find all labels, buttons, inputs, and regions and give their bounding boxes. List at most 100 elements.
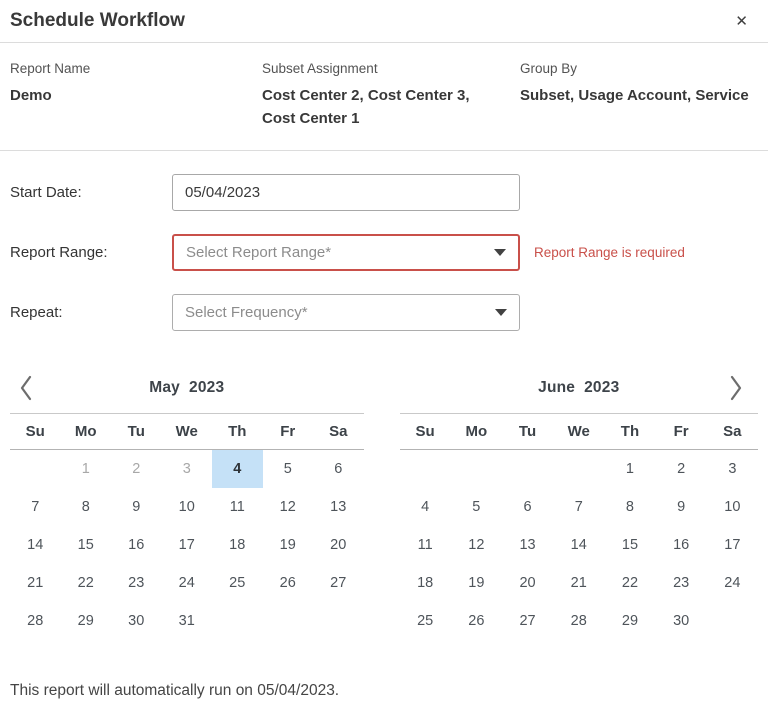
- report-range-row: Report Range: Select Report Range* Repor…: [10, 234, 758, 271]
- calendar-day[interactable]: 21: [553, 564, 604, 602]
- summary-label: Report Name: [10, 61, 262, 77]
- calendar-empty-cell: [707, 602, 758, 640]
- dialog-header: Schedule Workflow ✕: [0, 0, 768, 43]
- calendar-day[interactable]: 8: [604, 488, 655, 526]
- calendar-day[interactable]: 25: [400, 602, 451, 640]
- next-month-icon[interactable]: [728, 374, 744, 402]
- calendar-day-header: We: [553, 414, 604, 449]
- calendar-day[interactable]: 19: [451, 564, 502, 602]
- report-range-placeholder: Select Report Range*: [186, 244, 331, 261]
- repeat-select[interactable]: Select Frequency*: [172, 294, 520, 331]
- calendar-day[interactable]: 29: [61, 602, 112, 640]
- calendar-day[interactable]: 10: [707, 488, 758, 526]
- calendar-day[interactable]: 21: [10, 564, 61, 602]
- calendar-day[interactable]: 1: [61, 450, 112, 488]
- calendar-year: 2023: [189, 379, 224, 397]
- start-date-label: Start Date:: [10, 184, 172, 201]
- summary-subset-assignment: Subset Assignment Cost Center 2, Cost Ce…: [262, 61, 520, 130]
- calendar-day[interactable]: 25: [212, 564, 263, 602]
- calendar-day[interactable]: 28: [10, 602, 61, 640]
- calendar-day-header: Mo: [61, 414, 112, 449]
- calendar-day[interactable]: 17: [707, 526, 758, 564]
- calendar-day[interactable]: 6: [502, 488, 553, 526]
- calendar-day[interactable]: 16: [111, 526, 162, 564]
- calendar-empty-cell: [451, 450, 502, 488]
- calendar-day[interactable]: 12: [451, 526, 502, 564]
- calendar-day[interactable]: 23: [656, 564, 707, 602]
- calendar-day[interactable]: 7: [10, 488, 61, 526]
- calendar-empty-cell: [553, 450, 604, 488]
- repeat-label: Repeat:: [10, 304, 172, 321]
- calendar-day[interactable]: 2: [656, 450, 707, 488]
- calendar-day[interactable]: 22: [604, 564, 655, 602]
- summary-value: Subset, Usage Account, Service: [520, 84, 758, 107]
- calendar-day[interactable]: 27: [502, 602, 553, 640]
- calendar-day[interactable]: 28: [553, 602, 604, 640]
- calendar-day[interactable]: 14: [553, 526, 604, 564]
- calendar-day[interactable]: 18: [400, 564, 451, 602]
- calendar-day-header: We: [162, 414, 213, 449]
- calendar-day[interactable]: 4: [400, 488, 451, 526]
- calendar-day[interactable]: 19: [263, 526, 314, 564]
- calendar-day[interactable]: 9: [111, 488, 162, 526]
- calendar-day[interactable]: 8: [61, 488, 112, 526]
- calendar-day[interactable]: 31: [162, 602, 213, 640]
- calendar-empty-cell: [212, 602, 263, 640]
- calendar-day[interactable]: 26: [451, 602, 502, 640]
- calendar-day[interactable]: 4: [212, 450, 263, 488]
- calendar-day[interactable]: 22: [61, 564, 112, 602]
- calendar-day[interactable]: 29: [604, 602, 655, 640]
- repeat-row: Repeat: Select Frequency*: [10, 294, 758, 331]
- calendar-day[interactable]: 5: [451, 488, 502, 526]
- summary-group-by: Group By Subset, Usage Account, Service: [520, 61, 758, 130]
- repeat-placeholder: Select Frequency*: [185, 304, 308, 321]
- prev-month-icon[interactable]: [18, 374, 34, 402]
- calendar-day[interactable]: 15: [61, 526, 112, 564]
- calendar-day-header: Th: [604, 414, 655, 449]
- calendar-day[interactable]: 12: [263, 488, 314, 526]
- calendar-day[interactable]: 15: [604, 526, 655, 564]
- calendar-day[interactable]: 30: [111, 602, 162, 640]
- calendar-day[interactable]: 13: [502, 526, 553, 564]
- calendar-day[interactable]: 9: [656, 488, 707, 526]
- calendar-day[interactable]: 30: [656, 602, 707, 640]
- calendar-day-header: Tu: [111, 414, 162, 449]
- close-icon[interactable]: ✕: [729, 10, 754, 32]
- calendar-day-header: Fr: [263, 414, 314, 449]
- calendar-day[interactable]: 23: [111, 564, 162, 602]
- calendar-day[interactable]: 14: [10, 526, 61, 564]
- calendar-day[interactable]: 3: [707, 450, 758, 488]
- calendar-day[interactable]: 27: [313, 564, 364, 602]
- summary-label: Subset Assignment: [262, 61, 520, 77]
- calendar-day-header: Fr: [656, 414, 707, 449]
- calendar-day[interactable]: 6: [313, 450, 364, 488]
- calendar-day[interactable]: 1: [604, 450, 655, 488]
- calendar-day[interactable]: 11: [212, 488, 263, 526]
- calendar-day[interactable]: 7: [553, 488, 604, 526]
- calendar-day[interactable]: 10: [162, 488, 213, 526]
- calendar-month: May: [149, 379, 180, 397]
- calendar-day-header: Tu: [502, 414, 553, 449]
- calendar-day[interactable]: 20: [502, 564, 553, 602]
- calendar-may: May 2023 SuMoTuWeThFrSa12345678910111213…: [10, 363, 364, 640]
- calendar-day[interactable]: 17: [162, 526, 213, 564]
- calendar-day[interactable]: 24: [707, 564, 758, 602]
- calendar-day[interactable]: 2: [111, 450, 162, 488]
- calendar-day[interactable]: 16: [656, 526, 707, 564]
- calendar-day[interactable]: 11: [400, 526, 451, 564]
- calendar-day[interactable]: 3: [162, 450, 213, 488]
- auto-run-note: This report will automatically run on 05…: [10, 682, 758, 700]
- calendar-day[interactable]: 18: [212, 526, 263, 564]
- calendar-header: June 2023: [400, 363, 758, 413]
- start-date-input[interactable]: [172, 174, 520, 211]
- calendar-day-header: Su: [10, 414, 61, 449]
- calendar-june: June 2023 SuMoTuWeThFrSa1234567891011121…: [400, 363, 758, 640]
- calendar-day-header: Sa: [707, 414, 758, 449]
- dialog-title: Schedule Workflow: [10, 10, 185, 32]
- calendar-day[interactable]: 13: [313, 488, 364, 526]
- calendar-day[interactable]: 26: [263, 564, 314, 602]
- calendar-day[interactable]: 20: [313, 526, 364, 564]
- calendar-day[interactable]: 24: [162, 564, 213, 602]
- report-range-select[interactable]: Select Report Range*: [172, 234, 520, 271]
- calendar-day[interactable]: 5: [263, 450, 314, 488]
